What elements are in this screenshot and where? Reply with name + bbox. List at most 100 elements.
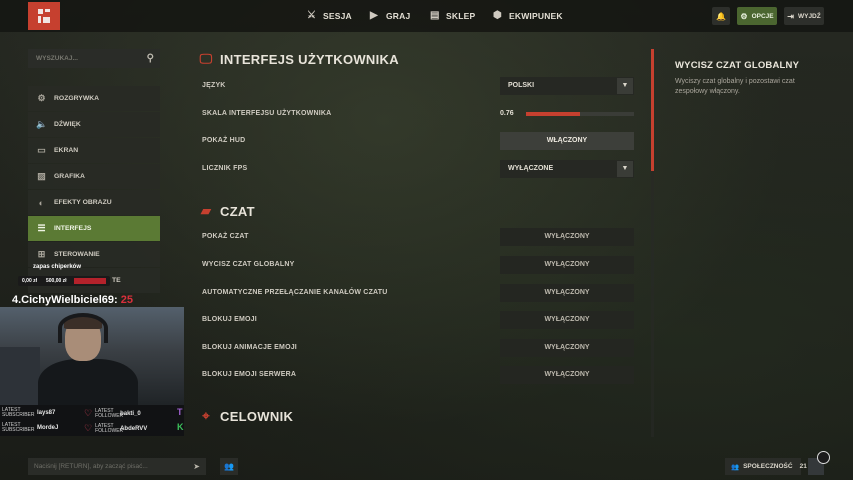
language-dropdown[interactable]: POLSKI ▼	[500, 77, 634, 95]
setting-description-panel: WYCISZ CZAT GLOBALNY Wyciszy czat global…	[675, 60, 825, 96]
chevron-down-icon[interactable]: ▼	[617, 161, 633, 177]
sidebar-item-label: TE	[112, 277, 121, 284]
latest-follower-label: LATEST FOLLOWER	[95, 407, 124, 419]
latest-follower-1: ♡ LATEST FOLLOWER bakti_0	[84, 408, 141, 419]
quit-button[interactable]: ⇥ WYJDŹ	[784, 7, 824, 25]
heart-icon: ♡	[84, 423, 93, 433]
sidebar-item-screen[interactable]: ▭ EKRAN	[28, 138, 160, 163]
search-placeholder: WYSZUKAJ...	[36, 55, 78, 62]
ui-scale-slider[interactable]	[526, 112, 634, 116]
setting-label: BLOKUJ ANIMACJE EMOJI	[202, 344, 297, 351]
section-ui-title: 🖵 INTERFEJS UŻYTKOWNIKA	[198, 51, 399, 67]
rust-logo[interactable]	[28, 2, 60, 30]
notifications-button[interactable]: 🔔	[712, 7, 730, 25]
setting-label: POKAŻ CZAT	[202, 233, 249, 240]
nav-shop[interactable]: ▤ SKLEP	[430, 0, 475, 32]
monitor-icon: 🖵	[199, 51, 213, 66]
community-count: 21	[799, 463, 807, 470]
setting-language: JĘZYK POLSKI ▼	[202, 77, 634, 95]
play-icon: ▶	[370, 10, 378, 21]
chat-input[interactable]: Naciśnij [RETURN], aby zacząć pisać... ➤	[28, 458, 206, 475]
top-donator: 4.CichyWielbiciel69: 25	[12, 294, 133, 306]
chair-shape	[0, 347, 40, 406]
community-button[interactable]: 👥 SPOŁECZNOŚĆ 21	[725, 458, 807, 475]
chevron-down-icon[interactable]: ▼	[617, 78, 633, 94]
nav-play[interactable]: ▶ GRAJ	[370, 0, 410, 32]
nav-inventory[interactable]: ⬢ EKWIPUNEK	[493, 0, 563, 32]
scrollbar-thumb[interactable]	[651, 49, 654, 171]
block-emoji-animations-toggle[interactable]: WYŁĄCZONY	[500, 339, 634, 357]
setting-label: WYCISZ CZAT GLOBALNY	[202, 261, 295, 268]
monitor-icon: ▭	[37, 145, 46, 155]
donation-goal-bar: 0,00 zł 500,00 zł	[18, 276, 110, 286]
options-label: OPCJE	[751, 12, 774, 20]
show-chat-toggle[interactable]: WYŁĄCZONY	[500, 228, 634, 246]
gear-icon: ⚙	[740, 11, 748, 21]
kick-icon: K	[177, 422, 184, 432]
top-donator-name: 4.CichyWielbiciel69:	[12, 294, 118, 306]
twitch-icon: T	[177, 407, 183, 417]
setting-auto-channel-switch: AUTOMATYCZNE PRZEŁĄCZANIE KANAŁÓW CZATU …	[202, 284, 634, 302]
sidebar-item-label: EKRAN	[54, 147, 79, 154]
fps-counter-dropdown[interactable]: WYŁĄCZONE ▼	[500, 160, 634, 178]
options-button[interactable]: ⚙ OPCJE	[737, 7, 777, 25]
ui-scale-value: 0.76	[500, 110, 514, 117]
auto-channel-switch-toggle[interactable]: WYŁĄCZONY	[500, 284, 634, 302]
sidebar-item-label: INTERFEJS	[54, 225, 92, 232]
search-input[interactable]: WYSZUKAJ... ⚲	[28, 49, 160, 68]
block-server-emoji-toggle[interactable]: WYŁĄCZONY	[500, 366, 634, 384]
sidebar-item-label: DŹWIĘK	[54, 121, 81, 128]
show-hud-toggle[interactable]: WŁĄCZONY	[500, 132, 634, 150]
image-icon: ▨	[37, 171, 46, 181]
sidebar-item-interface[interactable]: ☰ INTERFEJS	[28, 216, 160, 241]
sidebar-item-sound[interactable]: 🔈 DŹWIĘK	[28, 112, 160, 137]
setting-label: SKALA INTERFEJSU UŻYTKOWNIKA	[202, 110, 332, 117]
sidebar-item-image-effects[interactable]: ◐ EFEKTY OBRAZU	[28, 190, 160, 215]
nav-inventory-label: EKWIPUNEK	[509, 11, 563, 21]
speaker-icon: 🔈	[36, 119, 48, 129]
settings-scrollbar[interactable]	[651, 49, 654, 437]
subscriber-name: lays87	[37, 410, 56, 416]
nav-shop-label: SKLEP	[446, 11, 476, 21]
description-text: Wyciszy czat globalny i pozostawi czat z…	[675, 78, 795, 95]
language-value: POLSKI	[508, 82, 535, 89]
latest-follower-2: ♡ LATEST FOLLOWER AbdeRVV	[84, 423, 147, 434]
follower-name: bakti_0	[120, 410, 141, 417]
users-icon: 👥	[224, 462, 234, 471]
search-icon[interactable]: ⚲	[147, 53, 154, 64]
swords-icon: ⚔	[307, 10, 317, 21]
shop-icon: ▤	[430, 10, 440, 21]
sidebar-item-graphics[interactable]: ▨ GRAFIKA	[28, 164, 160, 189]
setting-label: AUTOMATYCZNE PRZEŁĄCZANIE KANAŁÓW CZATU	[202, 289, 388, 296]
section-crosshair-title: ⌖ CELOWNIK	[198, 408, 293, 424]
stream-stats-panel: LATEST SUBSCRIBER lays87 LATEST SUBSCRIB…	[0, 405, 184, 436]
subscriber-name: MordeJ	[37, 425, 59, 431]
sidebar-item-label: ROZGRYWKA	[54, 95, 100, 102]
bell-icon: 🔔	[716, 11, 726, 21]
setting-label: JĘZYK	[202, 82, 226, 89]
friends-button[interactable]: 👥	[220, 458, 238, 475]
nav-session[interactable]: ⚔ SESJA	[307, 0, 352, 32]
donation-current: 0,00 zł	[22, 278, 38, 284]
chat-icon: ▰	[200, 203, 212, 218]
section-chat-title: ▰ CZAT	[198, 203, 255, 219]
exit-icon: ⇥	[787, 11, 794, 21]
section-ui-title-text: INTERFEJS UŻYTKOWNIKA	[220, 51, 399, 67]
headset-shape	[58, 313, 108, 343]
chat-input-placeholder: Naciśnij [RETURN], aby zacząć pisać...	[34, 463, 148, 470]
box-icon: ⬢	[493, 10, 502, 21]
setting-label: BLOKUJ EMOJI SERWERA	[202, 371, 297, 378]
streamer-body	[38, 359, 138, 406]
setting-block-emoji-animations: BLOKUJ ANIMACJE EMOJI WYŁĄCZONY	[202, 339, 634, 357]
menu-icon: ☰	[37, 223, 46, 233]
block-emoji-toggle[interactable]: WYŁĄCZONY	[500, 311, 634, 329]
mute-global-chat-toggle[interactable]: WYŁĄCZONY	[500, 256, 634, 274]
latest-subscriber-1: LATEST SUBSCRIBER lays87	[2, 408, 55, 418]
quit-label: WYJDŹ	[797, 12, 821, 20]
controller-icon: ⊞	[37, 249, 46, 259]
send-icon[interactable]: ➤	[193, 458, 200, 475]
section-chat-title-text: CZAT	[220, 203, 255, 219]
latest-subscriber-label: LATEST SUBSCRIBER	[2, 422, 35, 433]
sidebar-item-gameplay[interactable]: ⚙ ROZGRYWKA	[28, 86, 160, 111]
slider-fill	[526, 112, 580, 116]
